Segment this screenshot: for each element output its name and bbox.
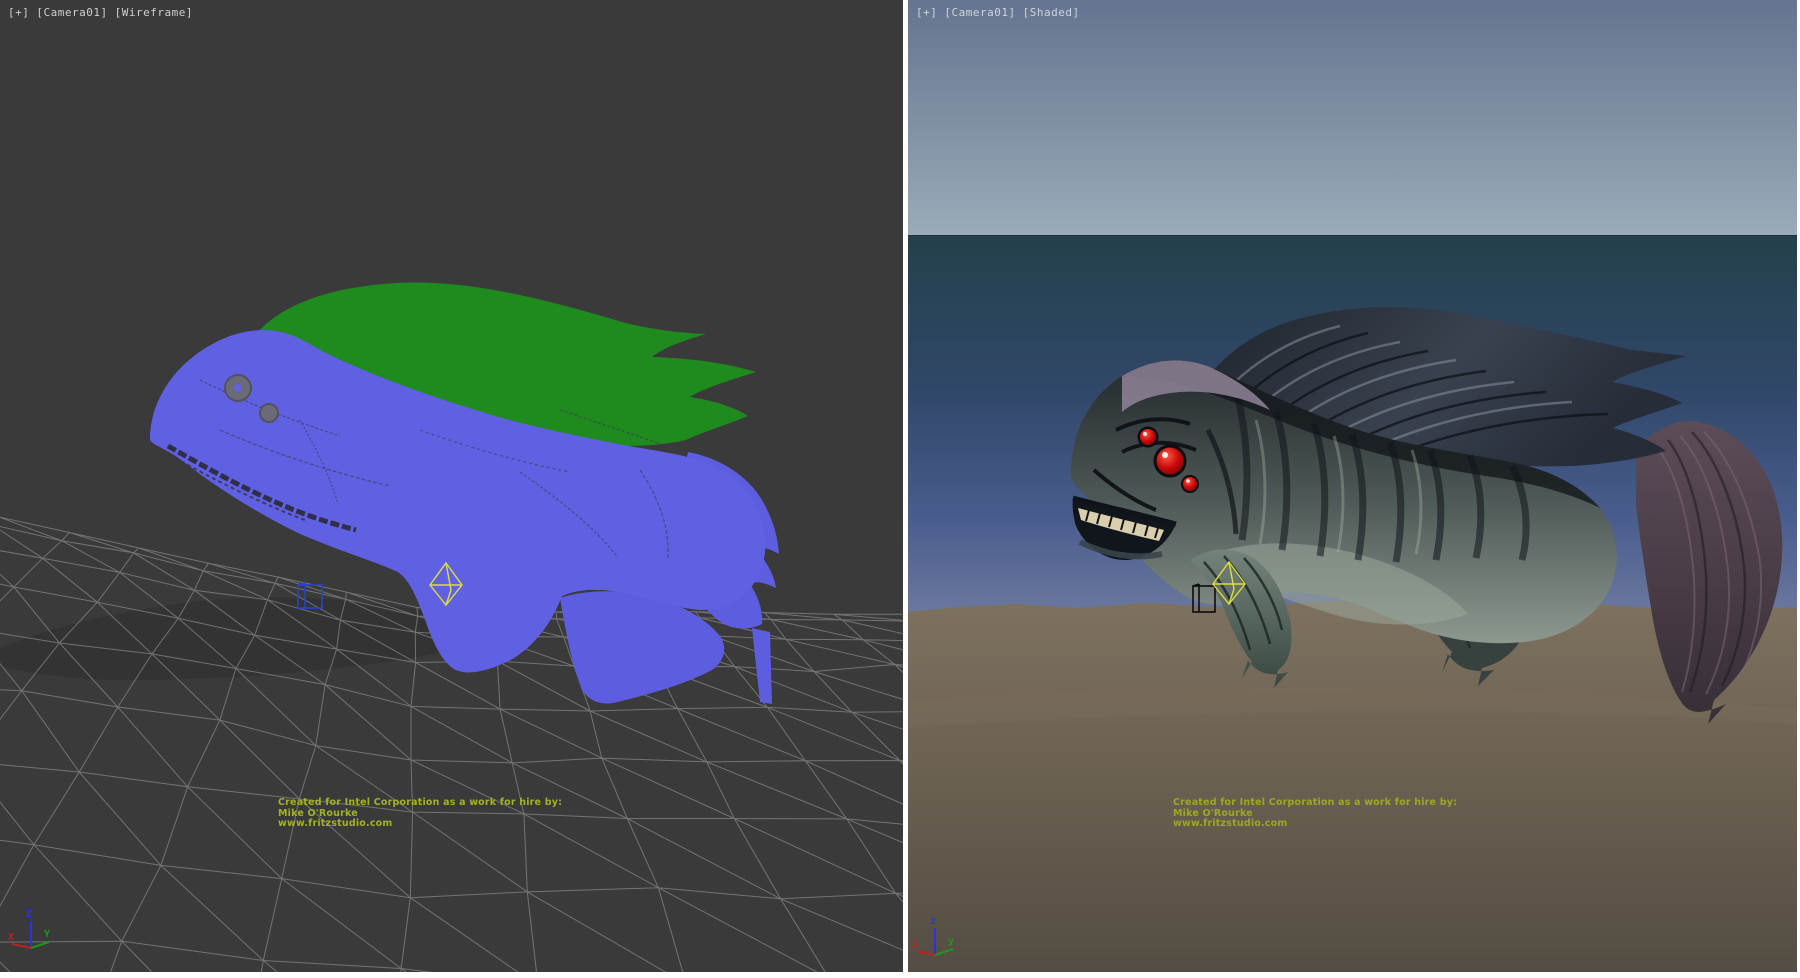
credit-line-3: www.fritzstudio.com (1173, 819, 1457, 830)
viewport-camera-menu[interactable]: [Camera01] (944, 6, 1015, 19)
fish-eye-spot-large-center (234, 384, 242, 392)
credit-text: Created for Intel Corporation as a work … (1173, 798, 1457, 830)
viewport-camera-menu[interactable]: [Camera01] (36, 6, 107, 19)
viewport-label-right: [+] [Camera01] [Shaded] (916, 6, 1080, 19)
viewport-label-left: [+] [Camera01] [Wireframe] (8, 6, 193, 19)
credit-line-1: Created for Intel Corporation as a work … (278, 798, 562, 809)
axis-y-label: Y (44, 929, 50, 940)
credit-text: Created for Intel Corporation as a work … (278, 798, 562, 830)
credit-line-3: www.fritzstudio.com (278, 819, 562, 830)
axis-z-label: Z (26, 909, 32, 920)
viewport-menu-button[interactable]: [+] (916, 6, 937, 19)
axis-x-label: X (8, 932, 14, 943)
viewport-shading-menu[interactable]: [Wireframe] (115, 6, 193, 19)
axis-z-label: z (930, 916, 936, 927)
axis-x-label: x (912, 939, 918, 950)
credit-line-1: Created for Intel Corporation as a work … (1173, 798, 1457, 809)
axis-y-label: y (948, 936, 954, 947)
application-window: [+] [Camera01] [Wireframe] (0, 0, 1800, 978)
viewport-shaded[interactable]: [+] [Camera01] [Shaded] (908, 0, 1797, 972)
viewport-menu-button[interactable]: [+] (8, 6, 29, 19)
sky (908, 0, 1797, 236)
fish-eye-spot-small (260, 404, 278, 422)
viewport-wireframe[interactable]: [+] [Camera01] [Wireframe] (0, 0, 903, 972)
viewport-shading-menu[interactable]: [Shaded] (1023, 6, 1080, 19)
